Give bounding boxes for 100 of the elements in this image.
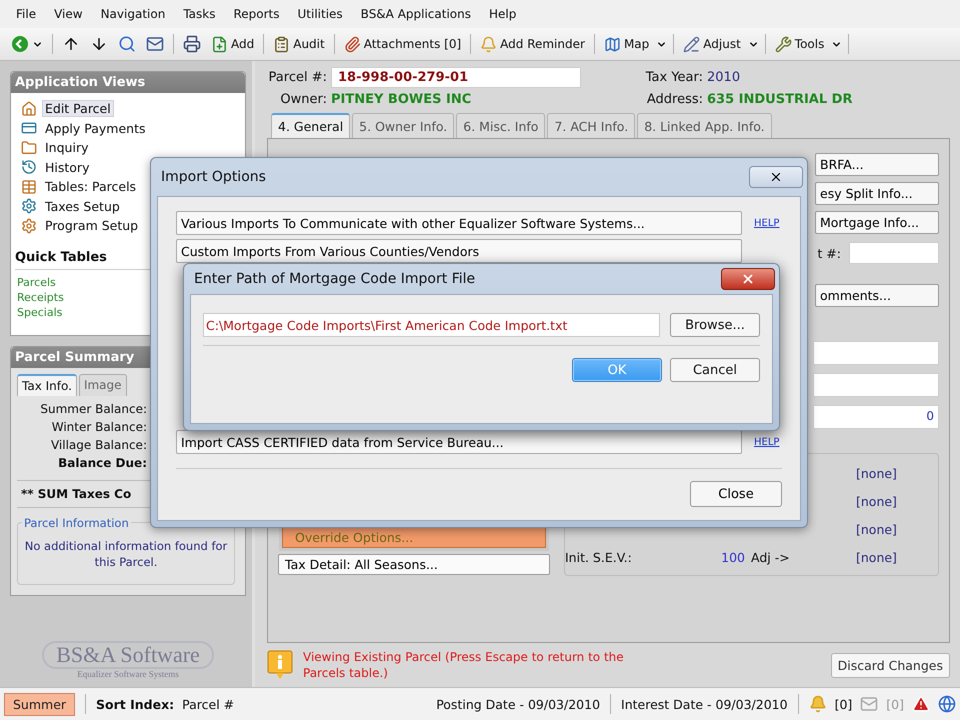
- field-value: PITNEY BOWES INC: [331, 92, 472, 107]
- parcel-number-field[interactable]: 18-998-00-279-01: [331, 67, 581, 88]
- toolbar-button[interactable]: Map: [600, 34, 652, 54]
- side-button[interactable]: Mortgage Info...: [815, 211, 939, 234]
- menu-item[interactable]: View: [48, 5, 89, 23]
- menu-item[interactable]: Help: [483, 5, 522, 23]
- info-text: No additional information found for this Parcel.: [24, 538, 228, 570]
- info-icon: [267, 650, 293, 680]
- menu-item[interactable]: Utilities: [292, 5, 349, 23]
- discard-changes-button[interactable]: Discard Changes: [830, 652, 950, 678]
- side-button[interactable]: esy Split Info...: [815, 182, 939, 205]
- nav-item[interactable]: Apply Payments: [42, 120, 149, 137]
- help-link[interactable]: HELP: [754, 218, 782, 228]
- toolbar-button[interactable]: Tools: [772, 34, 828, 54]
- panel-title: Application Views: [11, 72, 245, 93]
- message-count: [0]: [886, 696, 904, 712]
- dialog-button[interactable]: Cancel: [670, 358, 760, 382]
- close-button[interactable]: [721, 268, 775, 290]
- nav-item[interactable]: Inquiry: [42, 139, 92, 156]
- nav-icon: [21, 140, 37, 156]
- summary-tab[interactable]: Tax Info.: [17, 374, 77, 396]
- menu-item[interactable]: BS&A Applications: [354, 5, 477, 23]
- interest-date: Interest Date - 09/03/2010: [621, 696, 788, 712]
- warning-icon[interactable]: [912, 695, 930, 713]
- toolbar-button[interactable]: Add: [208, 34, 258, 54]
- nav-item[interactable]: History: [42, 158, 92, 176]
- field-label: Owner:: [279, 92, 327, 107]
- globe-icon[interactable]: [938, 695, 956, 713]
- search-icon: [118, 35, 136, 53]
- adjustment-value: [none]: [855, 494, 898, 509]
- nav-icon: [21, 120, 37, 136]
- field-label: Parcel #:: [268, 70, 327, 85]
- path-input[interactable]: C:\Mortgage Code Imports\First American Code Import.txt: [203, 313, 660, 337]
- close-icon: [769, 170, 783, 184]
- menu-item[interactable]: Navigation: [94, 5, 172, 23]
- quick-table-link[interactable]: Parcels: [17, 276, 56, 288]
- adjustment-value: [none]: [855, 522, 898, 537]
- nav-icon: [21, 218, 37, 234]
- menu-item[interactable]: Reports: [227, 5, 286, 23]
- toolbar-button[interactable]: Adjust: [680, 34, 744, 54]
- quick-table-link[interactable]: Receipts: [17, 290, 64, 304]
- add-icon: [211, 36, 228, 52]
- posting-date: Posting Date - 09/03/2010: [436, 696, 600, 712]
- import-option-button[interactable]: Custom Imports From Various Counties/Vendors: [176, 239, 742, 263]
- group-title: Parcel Information: [23, 516, 130, 530]
- reminder-count: [0]: [834, 696, 852, 712]
- nav-icon: [21, 178, 37, 195]
- bell-icon: [480, 36, 498, 52]
- pencil-icon: [683, 36, 700, 52]
- sort-value: Parcel #: [182, 696, 234, 712]
- side-button[interactable]: BRFA...: [815, 153, 939, 176]
- comments-button[interactable]: omments...: [815, 284, 939, 307]
- tab[interactable]: 8. Linked App. Info.: [637, 113, 772, 138]
- printer-icon: [183, 35, 201, 53]
- field-value: 635 INDUSTRIAL DR: [707, 92, 854, 107]
- help-link[interactable]: HELP: [754, 436, 782, 448]
- adjustment-value: [none]: [855, 466, 898, 481]
- nav-item[interactable]: Program Setup: [42, 217, 142, 234]
- close-dialog-button[interactable]: Close: [690, 481, 782, 507]
- input-field[interactable]: [813, 341, 939, 365]
- paperclip-icon: [344, 36, 361, 52]
- quick-table-link[interactable]: Specials: [17, 306, 62, 318]
- tax-detail-button[interactable]: Tax Detail: All Seasons...: [278, 554, 550, 575]
- nav-item[interactable]: Tables: Parcels: [42, 178, 140, 196]
- back-icon: [11, 35, 29, 53]
- summary-tab[interactable]: Image: [78, 374, 127, 396]
- input-field[interactable]: [849, 242, 939, 264]
- nav-item[interactable]: Taxes Setup: [42, 198, 123, 215]
- toolbar-button[interactable]: Add Reminder: [477, 34, 588, 54]
- logo-name: BS&A Software: [42, 641, 214, 669]
- field-label: Address:: [646, 92, 703, 107]
- wrench-icon: [774, 36, 792, 52]
- balance-label: Balance Due:: [58, 456, 147, 470]
- nav-icon: [21, 100, 37, 117]
- input-field[interactable]: [813, 373, 939, 397]
- field-label: Tax Year:: [644, 70, 703, 85]
- nav-item[interactable]: Edit Parcel: [42, 100, 114, 118]
- browse-button[interactable]: Browse...: [670, 313, 760, 337]
- menu-item[interactable]: File: [10, 5, 42, 23]
- dialog-title: Import Options: [161, 169, 266, 185]
- clipboard-icon: [273, 36, 290, 52]
- balance-label: Village Balance:: [50, 438, 147, 452]
- tab[interactable]: 5. Owner Info.: [352, 113, 454, 138]
- close-icon: [741, 272, 755, 286]
- value-field[interactable]: 0: [813, 405, 939, 429]
- import-option-button[interactable]: Various Imports To Communicate with other Equalizer Software Systems...: [176, 211, 742, 235]
- status-message: Viewing Existing Parcel (Press Escape to return to the Parcels table.): [303, 649, 625, 681]
- balance-label: Summer Balance:: [40, 402, 147, 416]
- sev-value: 100: [720, 550, 746, 565]
- field-value: 2010: [707, 70, 742, 85]
- toolbar-button[interactable]: Attachments [0]: [340, 34, 464, 54]
- season-button[interactable]: Summer: [4, 692, 76, 716]
- menu-item[interactable]: Tasks: [177, 5, 222, 23]
- down-arrow-icon: [90, 35, 108, 53]
- tab[interactable]: 6. Misc. Info: [456, 113, 546, 138]
- toolbar-button[interactable]: Audit: [270, 34, 328, 54]
- import-option-button[interactable]: Import CASS CERTIFIED data from Service Bureau...: [176, 430, 742, 454]
- tab[interactable]: 7. ACH Info.: [547, 113, 636, 138]
- sort-label: Sort Index:: [96, 696, 174, 712]
- tab[interactable]: 4. General: [271, 113, 350, 138]
